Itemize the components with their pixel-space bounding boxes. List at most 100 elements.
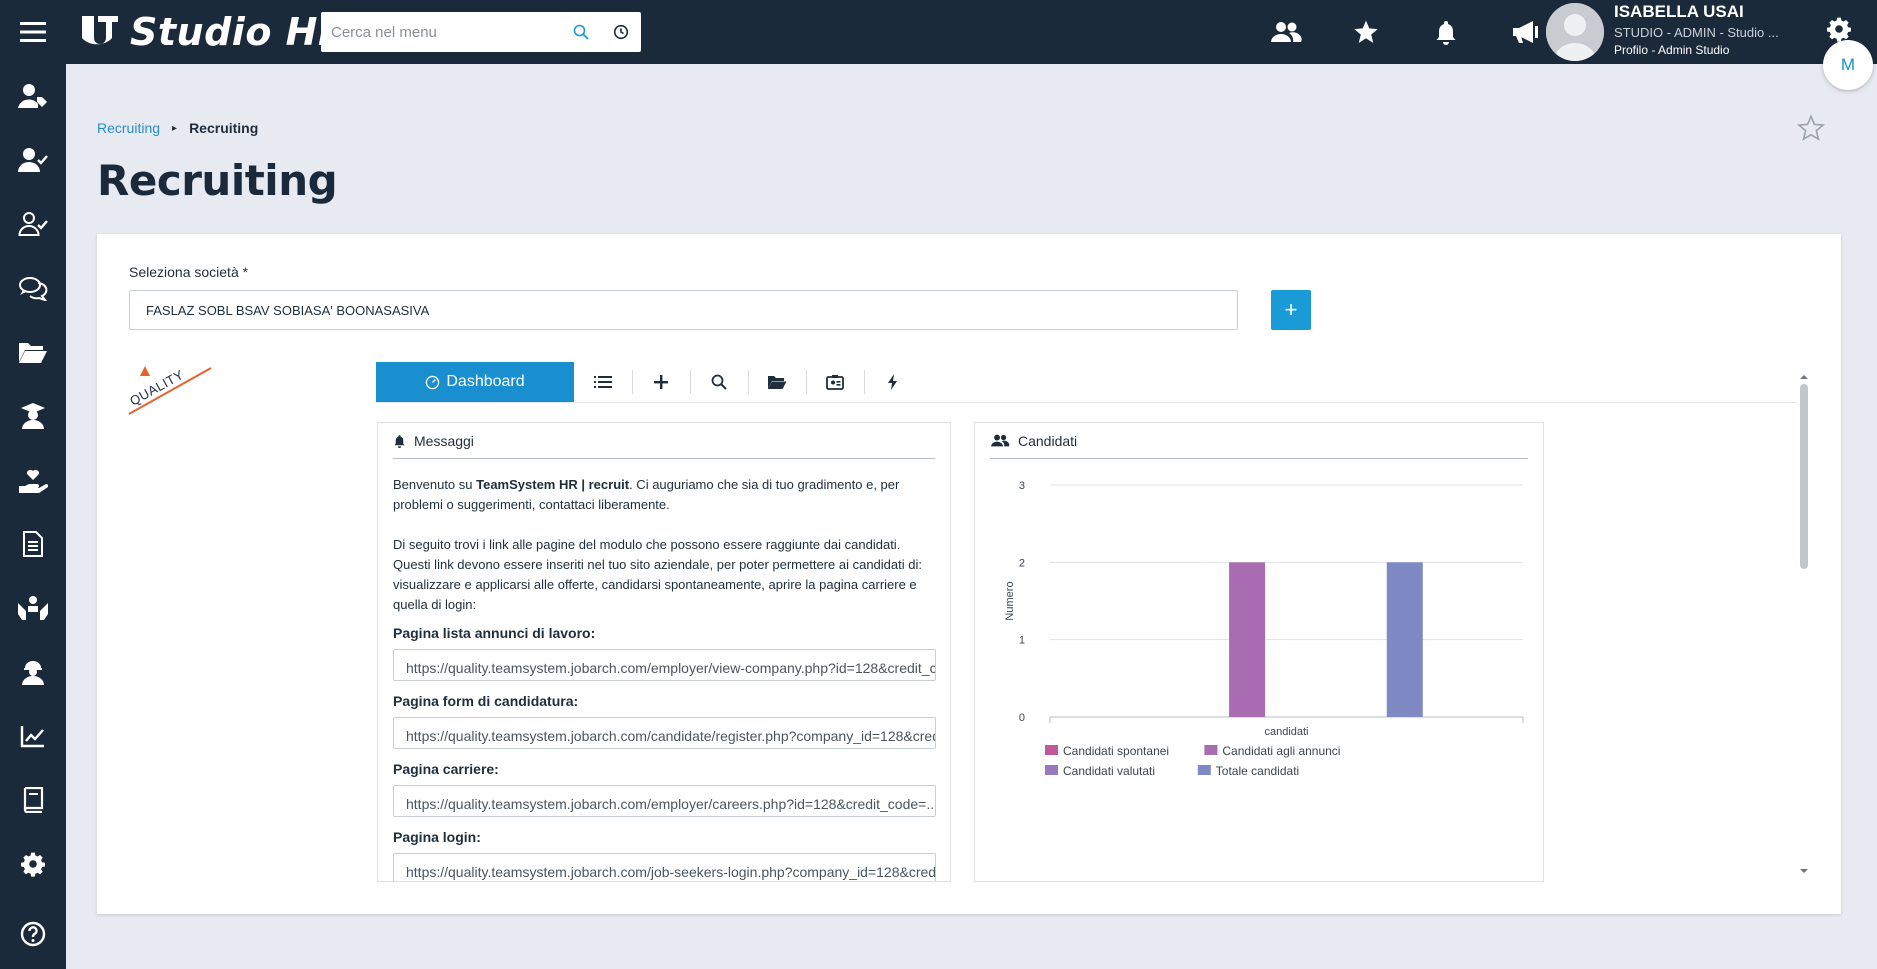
legend-label: Candidati spontanei	[1063, 744, 1169, 758]
candidates-panel-header: Candidati	[990, 423, 1528, 459]
recruit-toolbar: Dashboard	[376, 362, 922, 402]
hamburger-menu-icon[interactable]	[0, 0, 66, 64]
document-icon	[23, 531, 43, 557]
sidebar-item-folder[interactable]	[0, 320, 66, 384]
user-check-icon	[18, 148, 48, 172]
y-tick-label: 2	[1019, 557, 1025, 569]
sidebar-item-help[interactable]	[0, 902, 66, 966]
legend-label: Candidati agli annunci	[1222, 744, 1340, 758]
sidebar	[0, 64, 66, 969]
sidebar-item-documents[interactable]	[0, 512, 66, 576]
toolbar-divider	[376, 402, 1796, 403]
company-select-label: Seleziona società *	[129, 264, 249, 280]
search-icon[interactable]	[561, 12, 601, 52]
scroll-down-arrow-icon[interactable]	[1798, 862, 1810, 880]
welcome-text: Benvenuto su TeamSystem HR | recruit. Ci…	[393, 477, 900, 512]
sidebar-item-chat[interactable]	[0, 256, 66, 320]
legend-swatch	[1045, 745, 1058, 755]
quality-env-badge: QUALITY	[127, 360, 217, 420]
bolt-icon	[888, 374, 897, 390]
product-name: TeamSystem HR | recruit	[476, 477, 630, 492]
y-tick-label: 3	[1019, 480, 1025, 492]
hands-care-icon	[18, 596, 48, 620]
breadcrumb-separator-icon: ▸	[172, 122, 178, 134]
sidebar-item-user-tag[interactable]	[0, 64, 66, 128]
user-check-outline-icon	[18, 212, 48, 236]
star-icon[interactable]	[1326, 0, 1406, 64]
bell-icon[interactable]	[1406, 0, 1486, 64]
user-role: STUDIO - ADMIN - Studio ...	[1614, 25, 1779, 40]
link-label: Pagina form di candidatura:	[393, 693, 579, 709]
dashboard-gauge-icon	[426, 375, 440, 389]
gear-icon	[21, 852, 45, 877]
main-card: Seleziona società * FASLAZ SOBL BSAV SOB…	[97, 234, 1841, 914]
warning-cone-icon	[140, 366, 150, 376]
sidebar-item-manual[interactable]	[0, 768, 66, 832]
messages-panel-header: Messaggi	[393, 423, 935, 459]
link-url-field[interactable]: https://quality.teamsystem.jobarch.com/c…	[393, 717, 936, 749]
legend-label: Candidati valutati	[1063, 764, 1155, 778]
link-label: Pagina login:	[393, 829, 481, 845]
sidebar-item-care[interactable]	[0, 576, 66, 640]
folder-open-icon	[19, 343, 47, 363]
sidebar-item-analytics[interactable]	[0, 704, 66, 768]
messages-title: Messaggi	[414, 432, 474, 449]
scrollbar-thumb[interactable]	[1800, 384, 1808, 569]
folder-open-icon	[768, 376, 787, 389]
history-icon[interactable]	[601, 12, 641, 52]
sidebar-item-user-check[interactable]	[0, 128, 66, 192]
new-button[interactable]	[632, 362, 690, 402]
page-title: Recruiting	[97, 156, 338, 205]
user-tag-icon	[18, 84, 47, 108]
sidebar-item-settings[interactable]	[0, 832, 66, 896]
tab-dashboard[interactable]: Dashboard	[376, 362, 574, 402]
id-card-icon	[826, 375, 844, 390]
search-button[interactable]	[690, 362, 748, 402]
bar	[1229, 562, 1266, 717]
avatar[interactable]	[1546, 3, 1604, 61]
user-info[interactable]: ISABELLA USAI STUDIO - ADMIN - Studio ..…	[1614, 2, 1779, 57]
link-url-field[interactable]: https://quality.teamsystem.jobarch.com/e…	[393, 785, 936, 817]
sidebar-item-safety[interactable]	[0, 640, 66, 704]
list-icon	[594, 376, 612, 388]
sidebar-item-training[interactable]	[0, 384, 66, 448]
tab-dashboard-label: Dashboard	[446, 373, 525, 390]
app-logo[interactable]: Studio HR	[78, 10, 348, 54]
company-select[interactable]: FASLAZ SOBL BSAV SOBIASA' BOONASASIVA	[129, 290, 1238, 330]
sidebar-item-user-check-outline[interactable]	[0, 192, 66, 256]
menu-search	[321, 12, 641, 52]
chart-line-icon	[20, 726, 44, 748]
legend-swatch	[1204, 745, 1218, 755]
search-icon	[711, 374, 727, 390]
y-tick-label: 1	[1019, 635, 1025, 647]
logo-mark-icon	[82, 16, 118, 45]
breadcrumb-current: Recruiting	[189, 120, 259, 136]
favorite-star-icon[interactable]	[1796, 114, 1826, 147]
breadcrumb-parent-link[interactable]: Recruiting	[97, 120, 160, 136]
help-icon	[20, 921, 46, 947]
legend-label: Totale candidati	[1216, 764, 1299, 778]
user-profile: Profilo - Admin Studio	[1614, 43, 1730, 57]
link-label: Pagina carriere:	[393, 761, 499, 777]
menu-search-input[interactable]	[321, 13, 561, 51]
candidates-panel: Candidati 0 1 2 3 Numero candidati Candidati s…	[974, 422, 1544, 882]
plus-icon	[654, 375, 668, 389]
messages-body: Benvenuto su TeamSystem HR | recruit. Ci…	[378, 459, 950, 881]
list-button[interactable]	[574, 362, 632, 402]
archive-button[interactable]	[748, 362, 806, 402]
link-url-field[interactable]: https://quality.teamsystem.jobarch.com/e…	[393, 649, 936, 681]
candidate-card-button[interactable]	[806, 362, 864, 402]
user-initial-badge[interactable]: M	[1823, 40, 1873, 90]
add-company-button[interactable]: +	[1271, 290, 1311, 330]
worker-icon	[22, 661, 44, 685]
legend-swatch	[1197, 765, 1211, 775]
bell-icon	[394, 434, 405, 448]
candidates-bar-chart: 0 1 2 3 Numero candidati Candidati spontanei Ca…	[1004, 480, 1524, 778]
quick-actions-button[interactable]	[864, 362, 922, 402]
sidebar-item-welfare[interactable]	[0, 448, 66, 512]
link-url-field[interactable]: https://quality.teamsystem.jobarch.com/j…	[393, 853, 936, 881]
graduation-icon	[21, 403, 45, 429]
book-icon	[23, 787, 44, 813]
users-icon	[991, 434, 1010, 447]
users-icon[interactable]	[1246, 0, 1326, 64]
